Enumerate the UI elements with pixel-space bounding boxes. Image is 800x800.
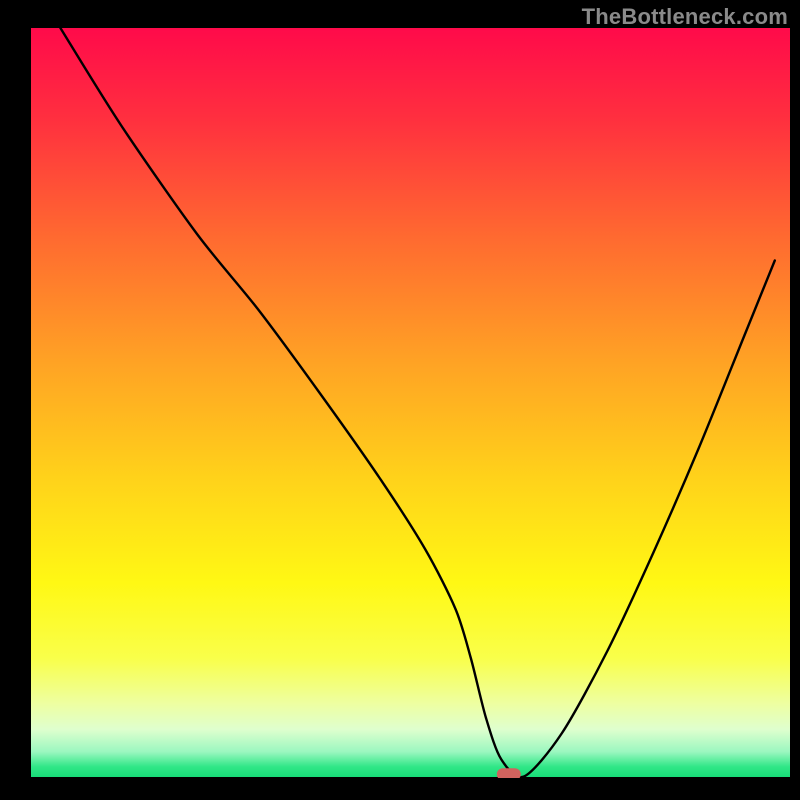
plot-background (30, 28, 790, 778)
bottleneck-chart (0, 0, 800, 800)
chart-container: TheBottleneck.com (0, 0, 800, 800)
watermark-label: TheBottleneck.com (582, 4, 788, 30)
